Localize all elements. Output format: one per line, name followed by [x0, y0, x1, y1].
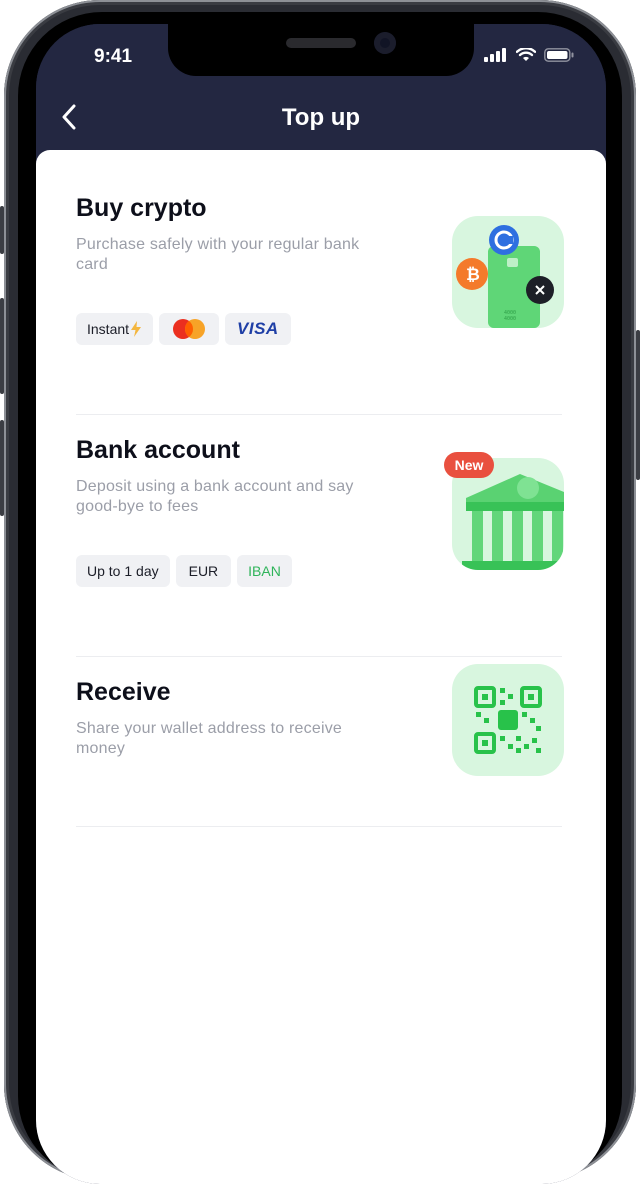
- option-description: Deposit using a bank account and say goo…: [76, 478, 354, 515]
- mastercard-icon: [173, 319, 206, 339]
- lightning-icon: [131, 321, 142, 337]
- qr-code-icon: [452, 664, 564, 776]
- speaker-grille: [286, 38, 356, 48]
- section-divider: [76, 826, 562, 827]
- volume-up-button: [0, 298, 4, 394]
- status-time: 9:41: [94, 46, 133, 67]
- card-illustration: 4000 4000 ₿: [456, 225, 554, 328]
- mastercard-tag: [159, 313, 220, 345]
- notch: [168, 24, 474, 76]
- status-icons: [484, 48, 574, 62]
- svg-text:₿: ₿: [466, 265, 480, 285]
- nav-header: 9:41 Top up: [36, 24, 606, 150]
- svg-text:4000: 4000: [504, 316, 516, 322]
- power-button: [636, 330, 640, 480]
- signal-icon: [484, 48, 506, 62]
- qr-illustration: [474, 686, 542, 754]
- wifi-icon: [516, 48, 536, 61]
- visa-logo: VISA: [237, 319, 279, 338]
- section-divider: [76, 414, 562, 415]
- section-divider: [76, 656, 562, 657]
- mute-switch: [0, 206, 4, 254]
- iban-tag: IBAN: [237, 555, 292, 587]
- currency-tag: EUR: [175, 555, 232, 587]
- option-description: Purchase safely with your regular bank c…: [76, 236, 360, 273]
- duration-tag: Up to 1 day: [76, 555, 170, 587]
- tag-label: Instant: [87, 321, 130, 337]
- option-description: Share your wallet address to receive mon…: [76, 720, 342, 757]
- app-screen: 9:41 Top up Buy crypto Purchase safely w…: [36, 24, 606, 1184]
- new-badge: New: [444, 452, 494, 478]
- top-up-options-sheet: Buy crypto Purchase safely with your reg…: [36, 150, 606, 1184]
- instant-tag: Instant: [76, 313, 154, 345]
- volume-down-button: [0, 420, 4, 516]
- bank-card-crypto-icon: 4000 4000 ₿: [452, 216, 564, 328]
- battery-icon: [544, 48, 574, 62]
- page-title: Top up: [281, 104, 361, 131]
- visa-tag: VISA: [225, 313, 291, 345]
- front-camera: [374, 32, 396, 54]
